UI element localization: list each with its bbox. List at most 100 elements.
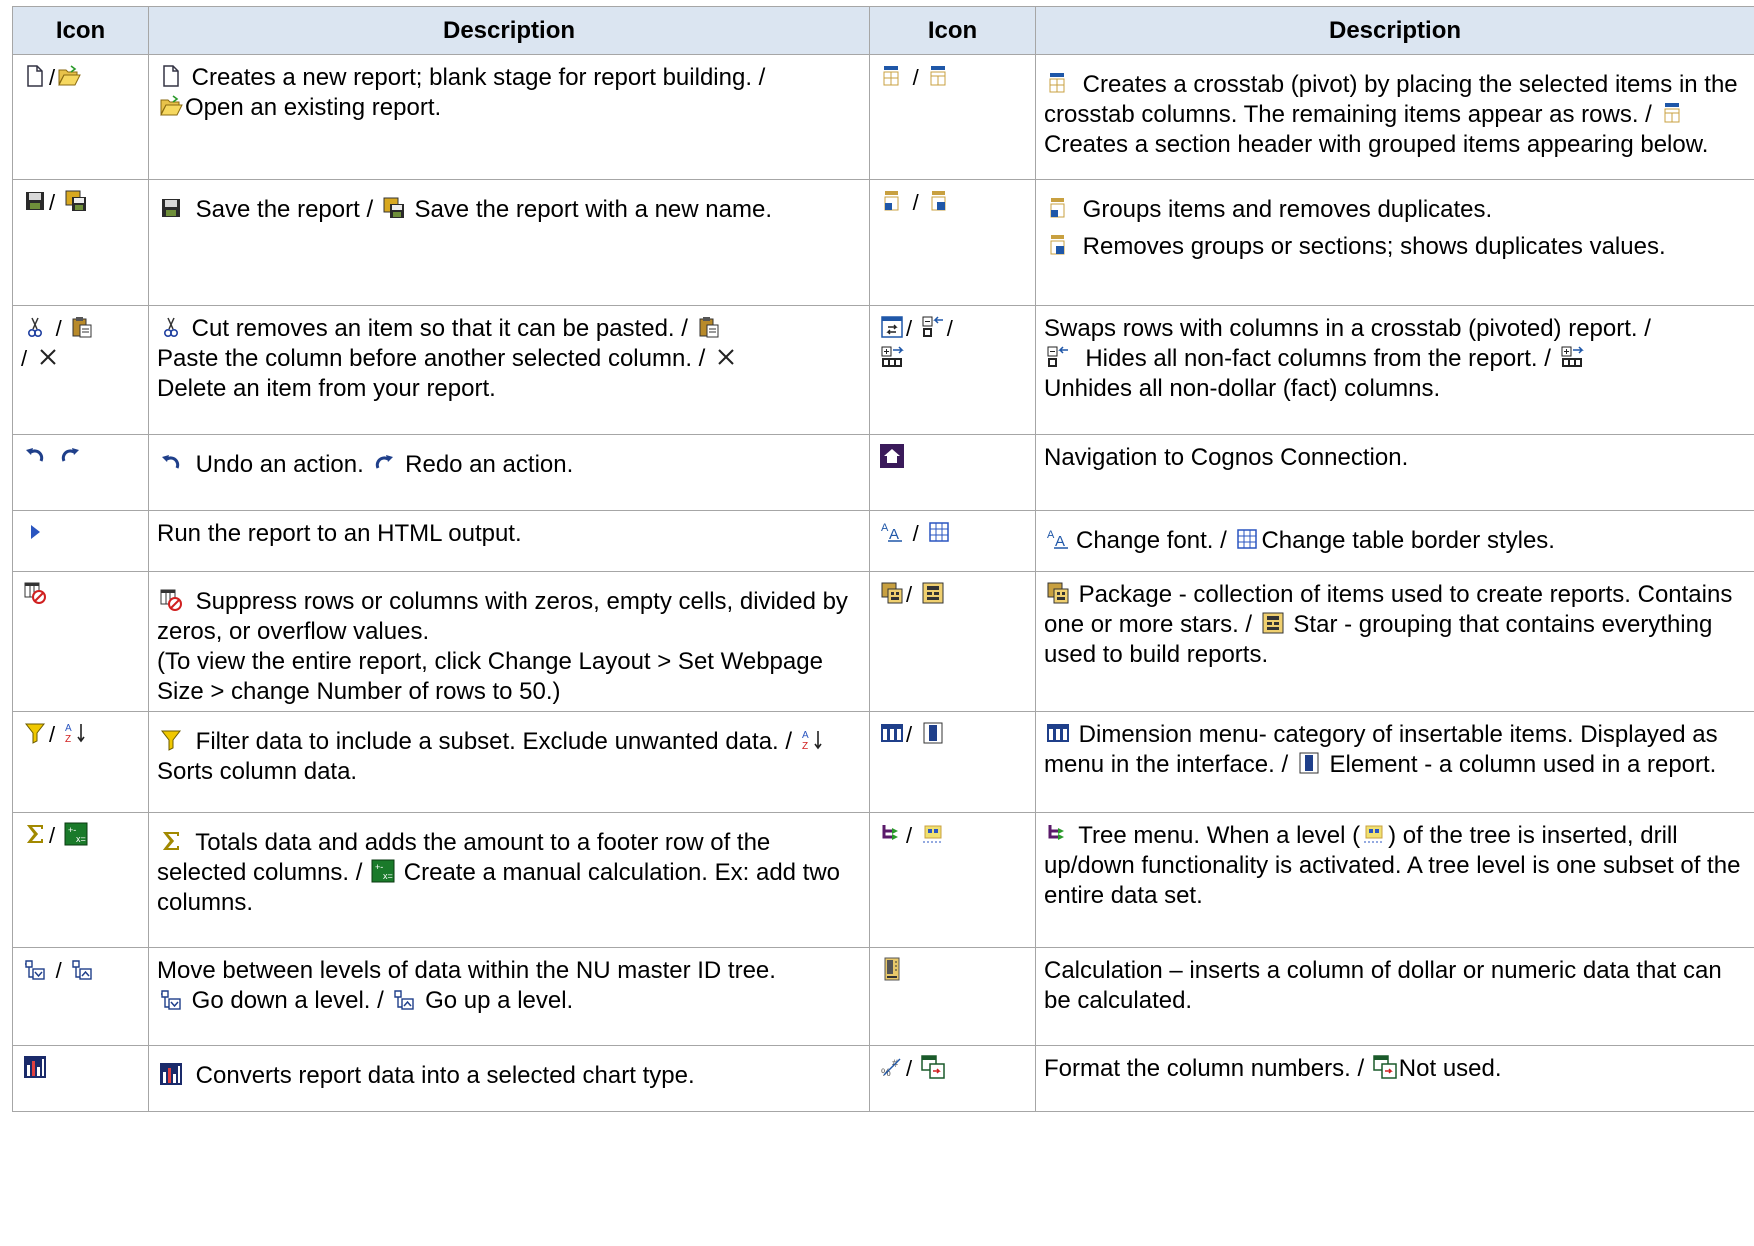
- icon-cell: / /: [869, 305, 1036, 435]
- icon-cell: [12, 510, 149, 572]
- icon-cell: [12, 434, 149, 511]
- svg-text:Z: Z: [65, 734, 71, 745]
- dimension-icon: [880, 721, 904, 745]
- suppress-icon: [23, 581, 47, 605]
- description-cell: Undo an action. Redo an action.: [148, 434, 870, 511]
- description-text: Unhides all non-dollar (fact) columns.: [1044, 375, 1441, 402]
- level-icon: [1362, 822, 1386, 846]
- description-cell: Totals data and adds the amount to a foo…: [148, 812, 870, 948]
- description-cell: Creates a new report; blank stage for re…: [148, 54, 870, 180]
- header-icon-right: Icon: [869, 6, 1036, 55]
- icon-cell: / /: [12, 305, 149, 435]
- svg-text:x=: x=: [383, 871, 393, 881]
- separator: /: [912, 521, 919, 546]
- description-text: Not used.: [1398, 1055, 1502, 1082]
- icon-cell: /: [869, 179, 1036, 306]
- swap-rows-columns-icon: [880, 315, 904, 339]
- separator: /: [946, 316, 953, 341]
- description-text: Go down a level. /: [191, 987, 384, 1014]
- description-cell: Dimension menu- category of insertable i…: [1035, 711, 1754, 813]
- border-icon: [927, 520, 951, 544]
- table-row: Run the report to an HTML output. AA / A…: [12, 510, 1754, 572]
- delete-icon: [714, 345, 738, 369]
- redo-icon: [58, 444, 82, 468]
- calculation-icon: +- x=: [371, 859, 395, 883]
- separator: /: [55, 316, 62, 341]
- description-cell: Move between levels of data within the N…: [148, 947, 870, 1046]
- description-text: Navigation to Cognos Connection.: [1044, 444, 1409, 471]
- description-text: Paste the column before another selected…: [157, 345, 706, 372]
- calculation-icon: +- x=: [64, 822, 88, 846]
- description-text: Save the report with a new name.: [414, 196, 772, 223]
- separator: /: [49, 823, 56, 848]
- hide-columns-icon: [921, 315, 945, 339]
- tree-icon: [1046, 822, 1070, 846]
- sort-icon: AZ: [64, 721, 88, 745]
- description-text: Cut removes an item so that it can be pa…: [191, 315, 688, 342]
- up-level-icon: [392, 987, 416, 1011]
- filter-icon: [159, 728, 183, 752]
- sum-icon: [159, 829, 183, 853]
- header-icon-left: Icon: [12, 6, 149, 55]
- icon-cell: [12, 1045, 149, 1112]
- font-icon: AA: [880, 520, 904, 544]
- description-text: Removes groups or sections; shows duplic…: [1082, 233, 1666, 260]
- description-text: Undo an action.: [195, 451, 364, 478]
- new-report-icon: [159, 64, 183, 88]
- description-cell: Calculation – inserts a column of dollar…: [1035, 947, 1754, 1046]
- cut-icon: [159, 315, 183, 339]
- table-row: Suppress rows or columns with zeros, emp…: [12, 571, 1754, 712]
- separator: /: [21, 346, 28, 371]
- level-icon: [921, 822, 945, 846]
- hide-columns-icon: [1046, 345, 1070, 369]
- dimension-icon: [1046, 721, 1070, 745]
- svg-text:A: A: [802, 730, 809, 741]
- cut-icon: [23, 315, 47, 339]
- description-cell: Tree menu. When a level () of the tree i…: [1035, 812, 1754, 948]
- icon-cell: /: [869, 812, 1036, 948]
- not-used-icon: [921, 1055, 945, 1079]
- table-row: Undo an action. Redo an action. Navigati…: [12, 434, 1754, 511]
- group-icon: [880, 189, 904, 213]
- svg-text:Z: Z: [802, 741, 808, 752]
- save-as-icon: [382, 196, 406, 220]
- icon-reference-table: Icon Description Icon Description / Crea…: [12, 6, 1754, 1112]
- description-text: Converts report data into a selected cha…: [195, 1062, 695, 1089]
- icon-cell: /: [12, 54, 149, 180]
- description-cell: Run the report to an HTML output.: [148, 510, 870, 572]
- undo-icon: [159, 451, 183, 475]
- separator: /: [55, 958, 62, 983]
- description-text: Hides all non-fact columns from the repo…: [1085, 345, 1551, 372]
- table-row: Converts report data into a selected cha…: [12, 1045, 1754, 1112]
- down-level-icon: [23, 957, 47, 981]
- svg-text:A: A: [881, 522, 889, 534]
- description-text: Run the report to an HTML output.: [157, 520, 522, 547]
- table-row: / AZ Filter data to include a subset. Ex…: [12, 711, 1754, 813]
- icon-cell: AA /: [869, 510, 1036, 572]
- separator: /: [49, 65, 56, 90]
- filter-icon: [23, 721, 47, 745]
- separator: /: [49, 190, 56, 215]
- ungroup-icon: [1046, 233, 1070, 257]
- section-header-icon: [927, 64, 951, 88]
- separator: /: [912, 65, 919, 90]
- description-text: Suppress rows or columns with zeros, emp…: [157, 588, 848, 645]
- header-description-left: Description: [148, 6, 870, 55]
- description-cell: Cut removes an item so that it can be pa…: [148, 305, 870, 435]
- table-row: / Save the report / Save the report with…: [12, 179, 1754, 306]
- element-icon: [921, 721, 945, 745]
- table-row: / +- x= Totals data and adds the amount t…: [12, 812, 1754, 948]
- description-text: Open an existing report.: [185, 94, 442, 121]
- home-icon[interactable]: [880, 444, 904, 468]
- description-cell: Navigation to Cognos Connection.: [1035, 434, 1754, 511]
- separator: /: [906, 582, 913, 607]
- save-as-icon: [64, 189, 88, 213]
- description-cell: Suppress rows or columns with zeros, emp…: [148, 571, 870, 712]
- sum-icon: [23, 822, 47, 846]
- star-icon: [921, 581, 945, 605]
- chart-icon: [159, 1062, 183, 1086]
- open-report-icon: [159, 94, 183, 118]
- save-icon: [159, 196, 183, 220]
- not-used-icon: [1373, 1055, 1397, 1079]
- description-text: Sorts column data.: [157, 758, 358, 785]
